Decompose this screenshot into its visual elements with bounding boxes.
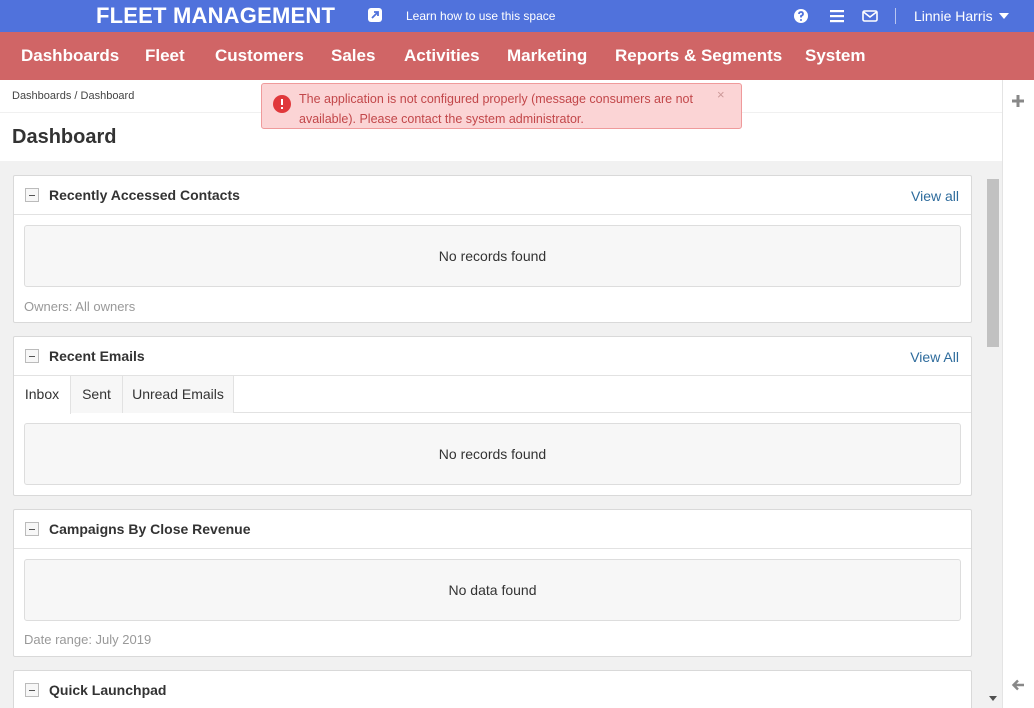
empty-state: No data found <box>24 559 961 621</box>
collapse-icon[interactable] <box>25 349 39 363</box>
widget-title: Campaigns By Close Revenue <box>49 521 251 537</box>
nav-activities[interactable]: Activities <box>404 46 480 66</box>
widget-header: Recent Emails View All <box>14 337 971 376</box>
empty-state: No records found <box>24 423 961 485</box>
widget-title: Recently Accessed Contacts <box>49 187 240 203</box>
alert-message: The application is not configured proper… <box>299 92 693 126</box>
widget-title: Quick Launchpad <box>49 682 167 698</box>
external-link-icon[interactable] <box>368 8 382 22</box>
nav-sales[interactable]: Sales <box>331 46 375 66</box>
error-alert: The application is not configured proper… <box>261 83 742 129</box>
widget-header: Recently Accessed Contacts View all <box>14 176 971 215</box>
widget-quick-launchpad: Quick Launchpad <box>13 670 972 708</box>
learn-link[interactable]: Learn how to use this space <box>406 9 555 23</box>
mail-icon[interactable] <box>862 8 878 24</box>
breadcrumb-current: Dashboard <box>80 90 135 102</box>
widget-campaigns: Campaigns By Close Revenue No data found… <box>13 509 972 657</box>
main-nav: Dashboards Fleet Customers Sales Activit… <box>0 32 1034 80</box>
tab-unread-emails[interactable]: Unread Emails <box>123 376 234 413</box>
nav-system[interactable]: System <box>805 46 865 66</box>
view-all-link[interactable]: View All <box>910 349 959 365</box>
right-sidebar <box>1002 80 1034 708</box>
nav-reports-segments[interactable]: Reports & Segments <box>615 46 782 66</box>
owners-filter: Owners: All owners <box>24 299 136 314</box>
nav-customers[interactable]: Customers <box>215 46 304 66</box>
collapse-icon[interactable] <box>25 188 39 202</box>
content-area: Dashboards / Dashboard Dashboard Recentl… <box>0 80 1002 708</box>
widget-recent-emails: Recent Emails View All Inbox Sent Unread… <box>13 336 972 496</box>
tab-sent[interactable]: Sent <box>71 376 123 413</box>
user-menu[interactable]: Linnie Harris <box>914 8 993 24</box>
view-all-link[interactable]: View all <box>911 188 959 204</box>
collapse-icon[interactable] <box>25 683 39 697</box>
tab-inbox[interactable]: Inbox <box>14 376 71 414</box>
scroll-down-arrow-icon[interactable] <box>989 696 997 701</box>
menu-icon[interactable] <box>829 8 845 24</box>
widget-title: Recent Emails <box>49 348 145 364</box>
date-range: Date range: July 2019 <box>24 632 152 647</box>
plus-icon[interactable] <box>1011 94 1025 108</box>
widget-recent-contacts: Recently Accessed Contacts View all No r… <box>13 175 972 323</box>
breadcrumb-separator: / <box>74 90 78 102</box>
breadcrumb: Dashboards / Dashboard <box>12 90 134 102</box>
arrow-left-icon[interactable] <box>1011 678 1025 692</box>
caret-down-icon[interactable] <box>999 13 1009 19</box>
email-tabs: Inbox Sent Unread Emails <box>14 376 971 414</box>
scrollbar-thumb[interactable] <box>987 179 999 347</box>
close-icon[interactable]: × <box>717 87 725 102</box>
error-icon <box>273 95 291 113</box>
app-brand[interactable]: FLEET MANAGEMENT <box>96 3 335 29</box>
nav-fleet[interactable]: Fleet <box>145 46 185 66</box>
nav-dashboards[interactable]: Dashboards <box>21 46 119 66</box>
collapse-icon[interactable] <box>25 522 39 536</box>
widget-header: Quick Launchpad <box>14 671 971 708</box>
empty-state: No records found <box>24 225 961 287</box>
widget-header: Campaigns By Close Revenue <box>14 510 971 549</box>
breadcrumb-parent[interactable]: Dashboards <box>12 90 71 102</box>
top-separator <box>895 8 896 24</box>
top-bar: FLEET MANAGEMENT Learn how to use this s… <box>0 0 1034 32</box>
nav-marketing[interactable]: Marketing <box>507 46 587 66</box>
page-title: Dashboard <box>12 126 117 148</box>
help-icon[interactable] <box>793 8 809 24</box>
